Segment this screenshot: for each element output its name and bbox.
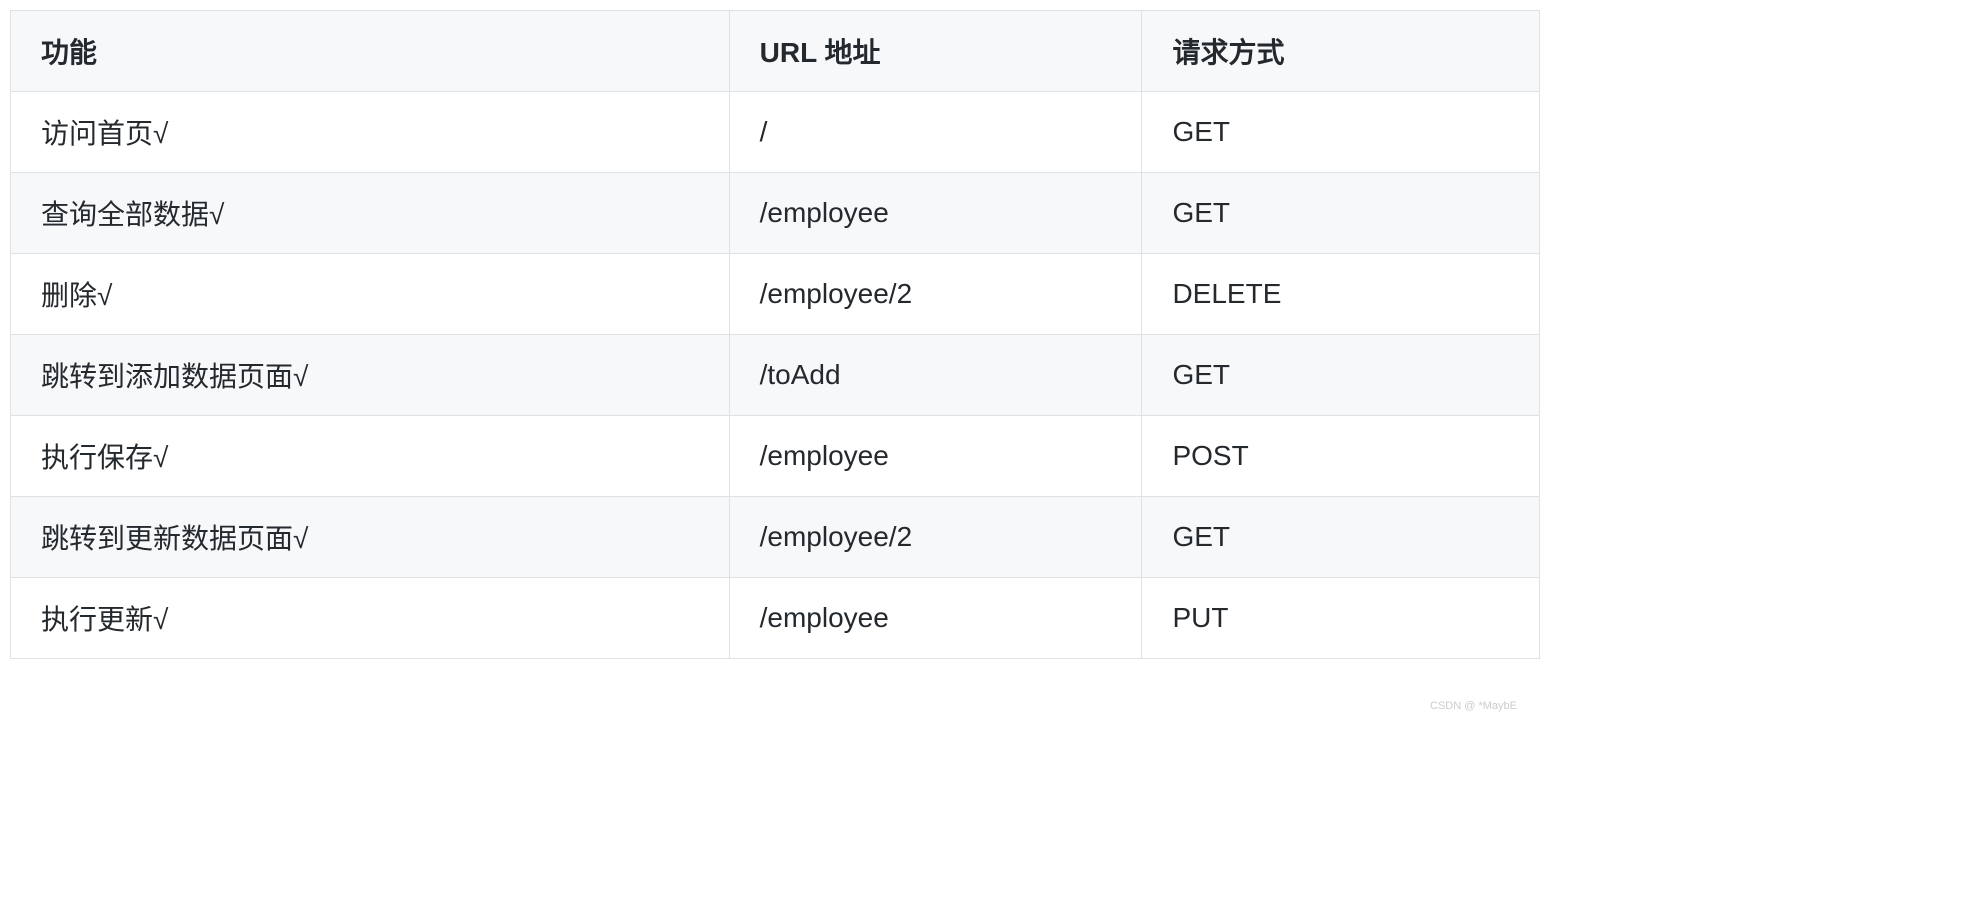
cell-url: /employee xyxy=(729,416,1142,497)
cell-function: 访问首页√ xyxy=(11,92,730,173)
watermark-text: CSDN @ *MaybE xyxy=(1430,700,1517,712)
cell-method: GET xyxy=(1142,92,1540,173)
cell-method: PUT xyxy=(1142,578,1540,659)
table-row: 执行保存√ /employee POST xyxy=(11,416,1540,497)
cell-url: /toAdd xyxy=(729,335,1142,416)
cell-url: /employee/2 xyxy=(729,254,1142,335)
cell-function: 查询全部数据√ xyxy=(11,173,730,254)
table-row: 删除√ /employee/2 DELETE xyxy=(11,254,1540,335)
cell-method: DELETE xyxy=(1142,254,1540,335)
table-row: 跳转到更新数据页面√ /employee/2 GET xyxy=(11,497,1540,578)
cell-url: /employee xyxy=(729,578,1142,659)
cell-method: GET xyxy=(1142,497,1540,578)
cell-function: 执行保存√ xyxy=(11,416,730,497)
header-method: 请求方式 xyxy=(1142,11,1540,92)
table-row: 执行更新√ /employee PUT xyxy=(11,578,1540,659)
table-row: 访问首页√ / GET xyxy=(11,92,1540,173)
api-routes-table: 功能 URL 地址 请求方式 访问首页√ / GET 查询全部数据√ /empl… xyxy=(10,10,1540,659)
table-row: 查询全部数据√ /employee GET xyxy=(11,173,1540,254)
header-url: URL 地址 xyxy=(729,11,1142,92)
table-row: 跳转到添加数据页面√ /toAdd GET xyxy=(11,335,1540,416)
table-header-row: 功能 URL 地址 请求方式 xyxy=(11,11,1540,92)
cell-function: 跳转到添加数据页面√ xyxy=(11,335,730,416)
cell-url: /employee/2 xyxy=(729,497,1142,578)
cell-function: 执行更新√ xyxy=(11,578,730,659)
cell-function: 跳转到更新数据页面√ xyxy=(11,497,730,578)
cell-method: POST xyxy=(1142,416,1540,497)
cell-url: /employee xyxy=(729,173,1142,254)
header-function: 功能 xyxy=(11,11,730,92)
cell-url: / xyxy=(729,92,1142,173)
cell-function: 删除√ xyxy=(11,254,730,335)
cell-method: GET xyxy=(1142,335,1540,416)
cell-method: GET xyxy=(1142,173,1540,254)
